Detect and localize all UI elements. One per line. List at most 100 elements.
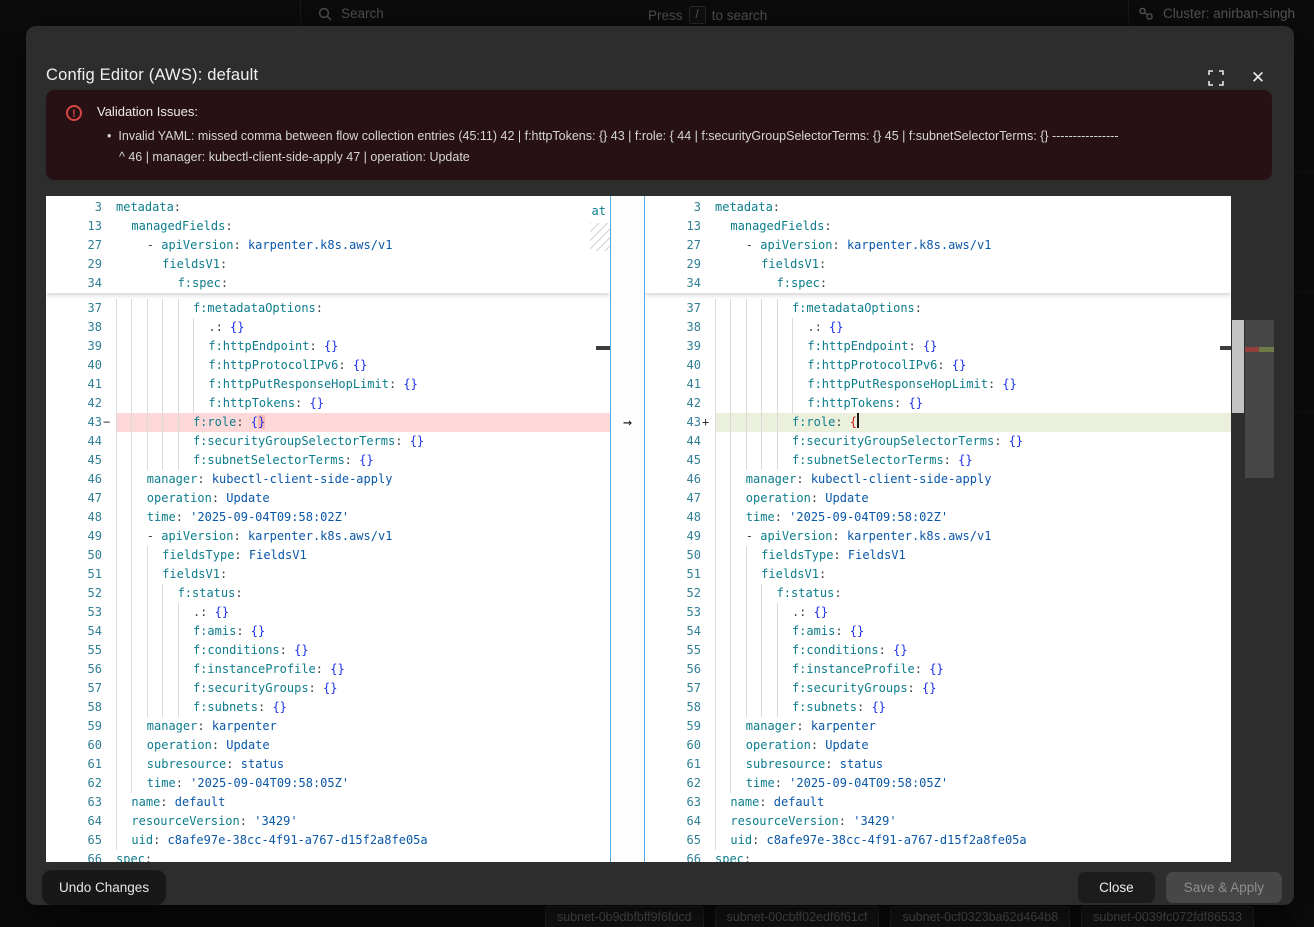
code-text: f:httpPutResponseHopLimit: {}	[715, 375, 1231, 394]
diff-marker	[102, 318, 116, 337]
line-number: 62	[645, 774, 701, 793]
line-number: 27	[645, 236, 701, 255]
code-line: 51fieldsV1:	[46, 565, 610, 584]
code-line: 47operation: Update	[46, 489, 610, 508]
diff-marker	[701, 660, 715, 679]
save-apply-button[interactable]: Save & Apply	[1166, 872, 1282, 903]
code-text: manager: karpenter	[715, 717, 1231, 736]
diff-marker	[701, 274, 715, 293]
sticky-scroll-header: 3metadata:13managedFields:27- apiVersion…	[645, 196, 1231, 293]
undo-changes-button[interactable]: Undo Changes	[42, 870, 166, 905]
line-number: 52	[645, 584, 701, 603]
diff-marker: −	[102, 413, 116, 432]
code-line: 57f:securityGroups: {}	[645, 679, 1231, 698]
line-number: 65	[645, 831, 701, 850]
code-text: f:conditions: {}	[116, 641, 610, 660]
diff-marker	[102, 451, 116, 470]
code-text: time: '2025-09-04T09:58:02Z'	[116, 508, 610, 527]
line-number: 3	[645, 198, 701, 217]
overview-viewport[interactable]	[1245, 320, 1274, 478]
line-number: 49	[46, 527, 102, 546]
diff-editor: 3metadata:13managedFields:27- apiVersion…	[46, 196, 1274, 862]
line-number: 50	[645, 546, 701, 565]
diff-marker	[701, 717, 715, 736]
code-line: 29fieldsV1:	[645, 255, 1231, 274]
code-line: 3metadata:	[46, 198, 610, 217]
code-text: fieldsV1:	[715, 255, 1231, 274]
line-number: 66	[46, 850, 102, 862]
code-line: 65uid: c8afe97e-38cc-4f91-a767-d15f2a8fe…	[645, 831, 1231, 850]
code-text: .: {}	[715, 603, 1231, 622]
code-text: subresource: status	[715, 755, 1231, 774]
code-line: 38.: {}	[46, 318, 610, 337]
code-line: 49- apiVersion: karpenter.k8s.aws/v1	[645, 527, 1231, 546]
line-number: 43	[46, 413, 102, 432]
code-text: .: {}	[116, 603, 610, 622]
code-text: f:httpPutResponseHopLimit: {}	[116, 375, 610, 394]
diff-marker	[701, 793, 715, 812]
line-number: 62	[46, 774, 102, 793]
code-text: resourceVersion: '3429'	[715, 812, 1231, 831]
close-icon[interactable]: ✕	[1248, 68, 1268, 88]
validation-message-line2: ^ 46 | manager: kubectl-client-side-appl…	[119, 147, 1267, 168]
line-number: 44	[46, 432, 102, 451]
fullscreen-button[interactable]	[1206, 68, 1226, 88]
code-text: fieldsType: FieldsV1	[116, 546, 610, 565]
line-number: 56	[645, 660, 701, 679]
diff-marker	[102, 337, 116, 356]
line-number: 46	[46, 470, 102, 489]
code-line: 34f:spec:	[645, 274, 1231, 293]
diff-pane-original[interactable]: 3metadata:13managedFields:27- apiVersion…	[46, 196, 610, 862]
line-number: 50	[46, 546, 102, 565]
code-line: 44f:securityGroupSelectorTerms: {}	[645, 432, 1231, 451]
code-line: 63name: default	[46, 793, 610, 812]
diff-marker	[701, 565, 715, 584]
line-number: 53	[46, 603, 102, 622]
diff-marker	[102, 565, 116, 584]
code-text: time: '2025-09-04T09:58:02Z'	[715, 508, 1231, 527]
code-line: 66spec:	[46, 850, 610, 862]
code-text: resourceVersion: '3429'	[116, 812, 610, 831]
diff-marker	[102, 375, 116, 394]
config-editor-modal: Config Editor (AWS): default ✕ ! Validat…	[26, 26, 1294, 905]
validation-banner: ! Validation Issues: •Invalid YAML: miss…	[46, 90, 1272, 180]
line-number: 54	[645, 622, 701, 641]
diff-marker	[102, 736, 116, 755]
code-line: 13managedFields:	[645, 217, 1231, 236]
line-number: 44	[645, 432, 701, 451]
code-line: 46manager: kubectl-client-side-apply	[645, 470, 1231, 489]
revert-change-arrow-icon[interactable]: →	[611, 413, 644, 432]
code-text: operation: Update	[715, 489, 1231, 508]
code-line: 38.: {}	[645, 318, 1231, 337]
code-text: metadata:	[116, 198, 610, 217]
line-number: 43	[645, 413, 701, 432]
code-line: 40f:httpProtocolIPv6: {}	[46, 356, 610, 375]
code-text: f:subnets: {}	[116, 698, 610, 717]
code-line: 51fieldsV1:	[645, 565, 1231, 584]
code-line: 53 .: {}	[46, 603, 610, 622]
code-text: name: default	[715, 793, 1231, 812]
diff-sash[interactable]: →	[610, 196, 645, 862]
close-button[interactable]: Close	[1078, 872, 1155, 903]
code-line: 64resourceVersion: '3429'	[645, 812, 1231, 831]
line-number: 61	[46, 755, 102, 774]
diff-marker	[701, 198, 715, 217]
diff-pane-modified[interactable]: 3metadata:13managedFields:27- apiVersion…	[645, 196, 1231, 862]
code-text: operation: Update	[715, 736, 1231, 755]
code-text: f:instanceProfile: {}	[715, 660, 1231, 679]
code-text: manager: kubectl-client-side-apply	[116, 470, 610, 489]
diff-marker	[701, 375, 715, 394]
code-line: 56 f:instanceProfile: {}	[645, 660, 1231, 679]
diff-marker	[102, 432, 116, 451]
code-line: 43−f:role: {}	[46, 413, 610, 432]
code-line: 49- apiVersion: karpenter.k8s.aws/v1	[46, 527, 610, 546]
code-text: f:httpEndpoint: {}	[715, 337, 1231, 356]
code-line: 43+f:role: {	[645, 413, 1231, 432]
code-line: 54f:amis: {}	[645, 622, 1231, 641]
line-number: 65	[46, 831, 102, 850]
diff-marker	[102, 217, 116, 236]
line-number: 45	[46, 451, 102, 470]
diff-marker	[102, 850, 116, 862]
diff-marker	[701, 299, 715, 318]
vertical-scrollbar[interactable]	[1232, 320, 1244, 413]
